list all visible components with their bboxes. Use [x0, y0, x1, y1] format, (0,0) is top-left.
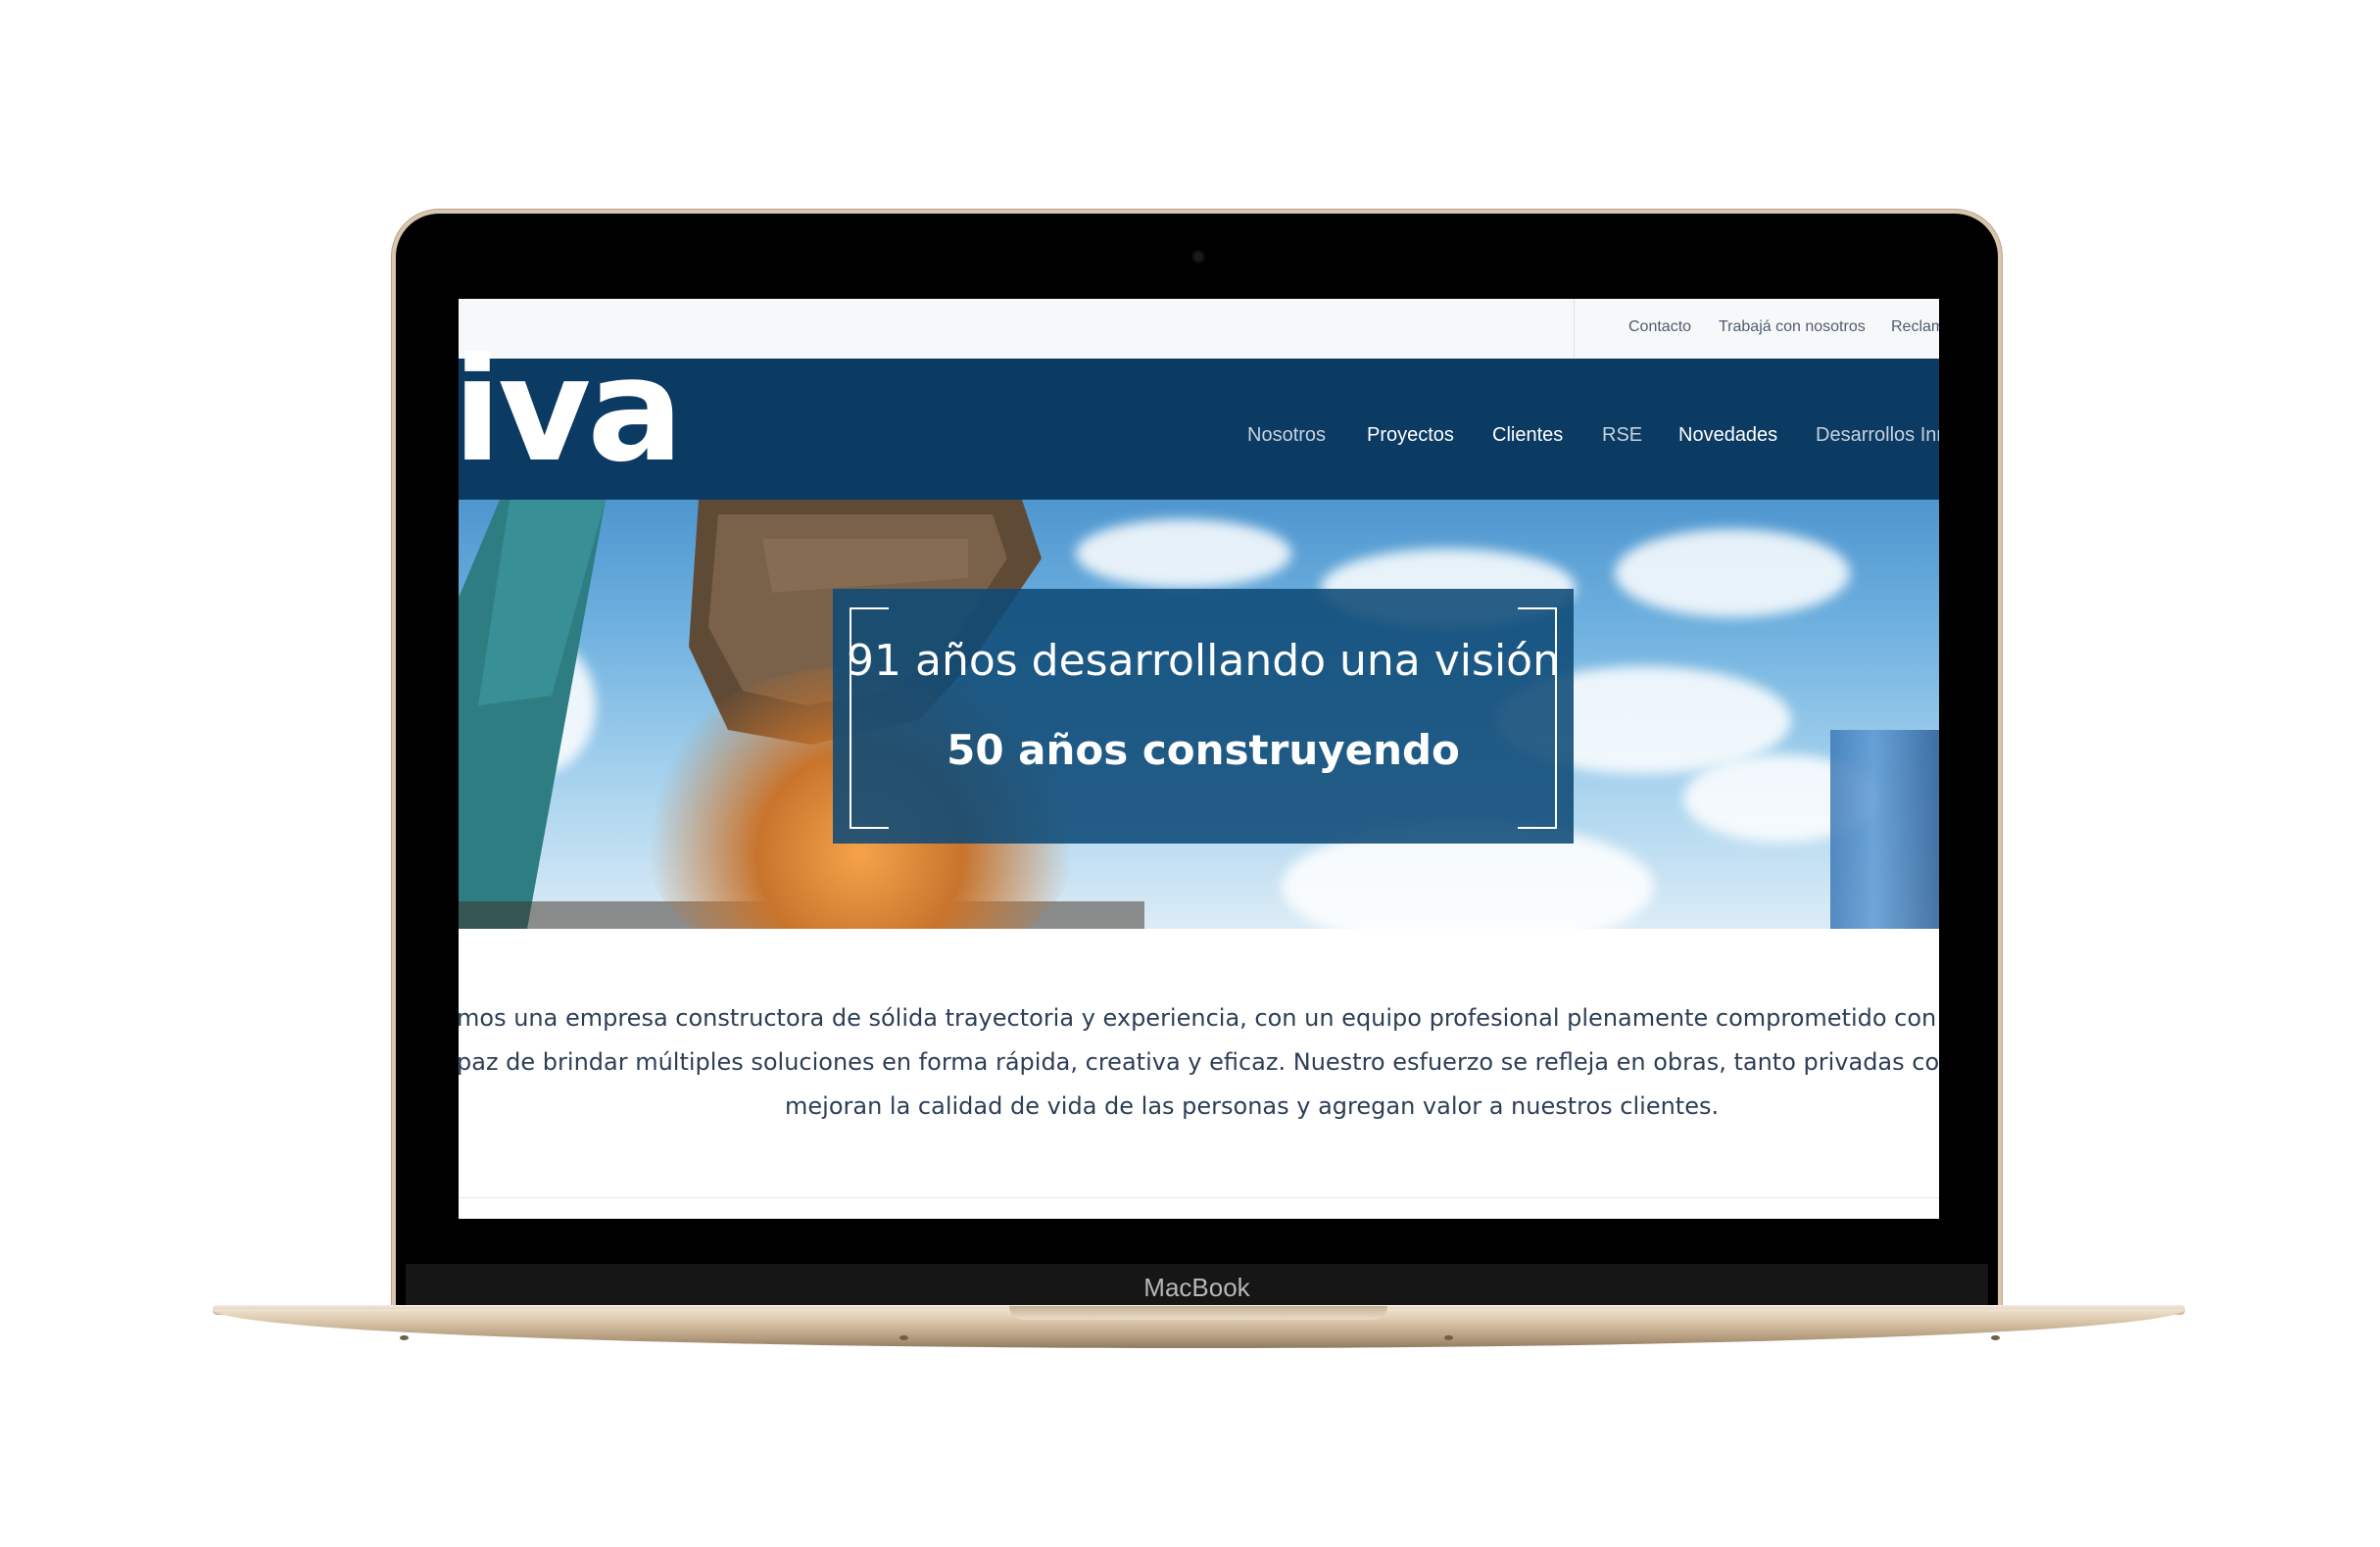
nav-item-proyectos[interactable]: Proyectos [1367, 424, 1454, 447]
nav-item-desarrollos[interactable]: Desarrollos Inr [1816, 424, 1939, 447]
intro-line: mejoran la calidad de vida de las person… [785, 1092, 1720, 1120]
main-navbar: iva Nosotros Proyectos Clientes RSE Nove… [459, 339, 1939, 500]
hero-message-box: 91 años desarrollando una visión 50 años… [833, 589, 1574, 844]
laptop-foot [1444, 1335, 1453, 1340]
laptop-foot [400, 1335, 409, 1340]
camera-icon [1193, 252, 1203, 262]
utility-link-trabaja[interactable]: Trabajá con nosotros [1719, 318, 1866, 336]
cloud-shape [1615, 529, 1850, 617]
nav-item-rse[interactable]: RSE [1602, 424, 1642, 447]
intro-line: mos una empresa constructora de sólida t… [459, 1004, 1939, 1032]
laptop-foot [1991, 1335, 2000, 1340]
laptop-foot [899, 1335, 908, 1340]
device-brand-label: MacBook [1143, 1273, 1250, 1302]
section-divider [459, 1197, 1939, 1198]
nav-item-nosotros[interactable]: Nosotros [1247, 424, 1326, 447]
utility-link-contacto[interactable]: Contacto [1628, 318, 1691, 336]
utility-bar: Contacto Trabajá con nosotros Reclam [459, 299, 1939, 360]
intro-line: paz de brindar múltiples soluciones en f… [459, 1048, 1939, 1076]
hero-headline: 91 años desarrollando una visión [847, 636, 1560, 686]
brand-logo[interactable]: iva [459, 339, 684, 482]
hero-subheadline: 50 años construyendo [947, 726, 1460, 774]
laptop-opening-notch [1009, 1306, 1387, 1320]
utility-link-reclamos[interactable]: Reclam [1891, 318, 1939, 336]
hero-banner: 91 años desarrollando una visión 50 años… [459, 500, 1939, 929]
utility-divider [1574, 299, 1575, 359]
glass-building-illustration [1830, 730, 1939, 929]
nav-item-novedades[interactable]: Novedades [1678, 424, 1777, 447]
browser-viewport: Contacto Trabajá con nosotros Reclam iva… [459, 299, 1939, 1219]
nav-item-clientes[interactable]: Clientes [1492, 424, 1563, 447]
